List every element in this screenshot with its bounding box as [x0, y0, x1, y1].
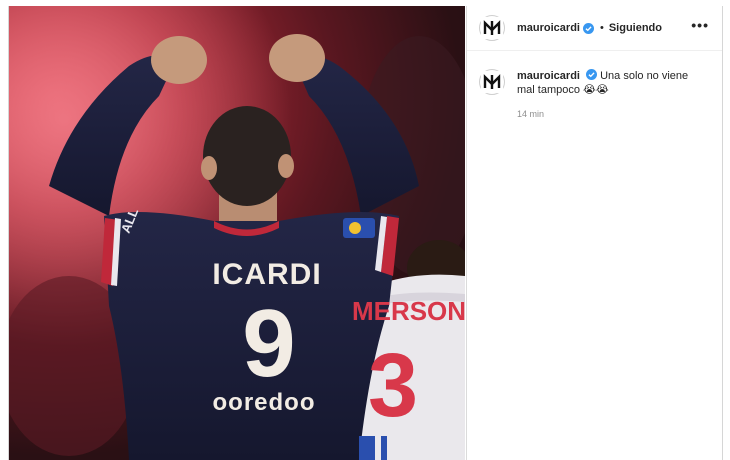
caption-username-link[interactable]: mauroicardi	[517, 70, 580, 82]
opponent-name: MERSON	[352, 296, 465, 326]
verified-badge-icon	[586, 69, 598, 80]
caption-avatar[interactable]	[479, 69, 505, 95]
post-modal: ALL ICARDI 9 ooredoo MERSON 3 mauroicard…	[8, 6, 723, 460]
jersey-sponsor: ooredoo	[213, 389, 316, 416]
avatar[interactable]	[479, 15, 505, 41]
caption-body: mauroicardi Una solo no viene mal tampoc…	[517, 69, 707, 121]
post-header: mauroicardi • Siguiendo •••	[467, 6, 722, 51]
following-button[interactable]: Siguiendo	[609, 22, 662, 34]
more-options-icon[interactable]: •••	[691, 18, 709, 32]
mi-logo-icon	[481, 71, 503, 93]
header-separator: •	[599, 22, 604, 34]
verified-badge-icon	[582, 22, 594, 34]
caption-comment: mauroicardi Una solo no viene mal tampoc…	[467, 51, 722, 121]
mi-logo-icon	[481, 17, 503, 39]
caption-emojis: 😭😭	[583, 84, 609, 96]
post-timestamp[interactable]: 14 min	[517, 107, 707, 121]
username-link[interactable]: mauroicardi	[517, 22, 580, 34]
post-side-panel: mauroicardi • Siguiendo ••• mauroicardi	[466, 6, 722, 460]
opponent-number: 3	[368, 336, 418, 436]
jersey-name: ICARDI	[212, 258, 321, 291]
player-illustration: ALL ICARDI 9 ooredoo MERSON 3	[9, 6, 465, 460]
jersey-number: 9	[242, 290, 295, 397]
post-photo[interactable]: ALL ICARDI 9 ooredoo MERSON 3	[9, 6, 465, 460]
